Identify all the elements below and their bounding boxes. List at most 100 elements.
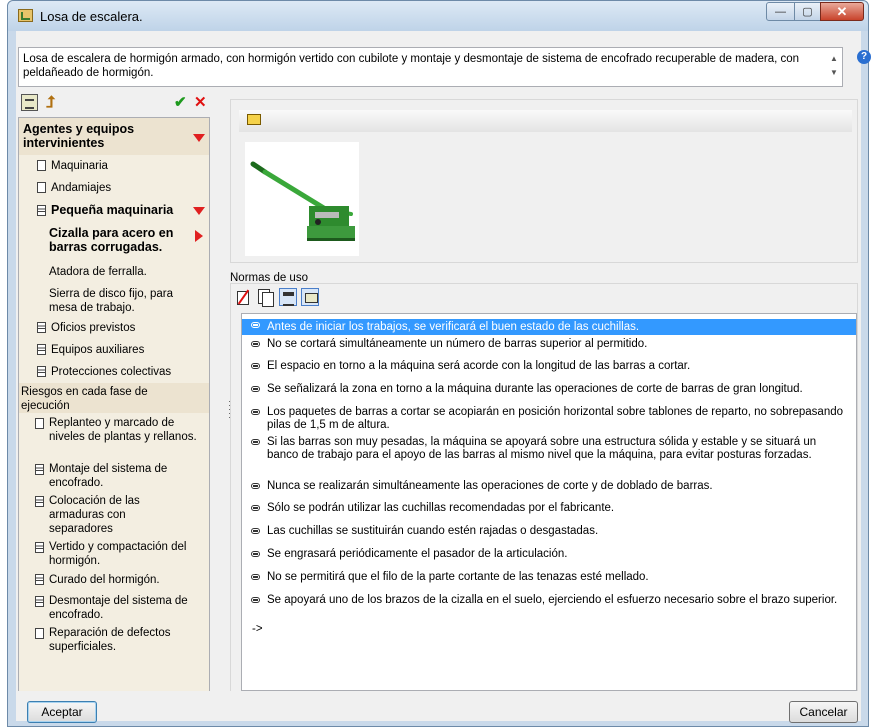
tree-item-curado[interactable]: Curado del hormigón. [19, 569, 209, 591]
dialog-window: Losa de escalera. — ▢ ✕ Losa de escalera… [7, 0, 869, 727]
list-item-text: Antes de iniciar los trabajos, se verifi… [267, 321, 640, 333]
document-filled-icon [37, 205, 46, 216]
tree-item-desmontaje[interactable]: Desmontaje del sistema de encofrado. [19, 591, 209, 623]
tree-item-vertido[interactable]: Vertido y compactación del hormigón. [19, 537, 209, 569]
tree-item-pequena-maquinaria[interactable]: Pequeña maquinaria [19, 199, 209, 221]
accept-check-icon[interactable]: ✔ [174, 94, 191, 111]
list-item[interactable]: Si las barras son muy pesadas, la máquin… [242, 436, 856, 462]
document-filled-icon [35, 464, 44, 475]
tree-item-label: Atadora de ferralla. [49, 266, 147, 278]
close-button[interactable]: ✕ [820, 2, 864, 21]
text-view-icon[interactable] [301, 288, 319, 306]
normas-panel: Antes de iniciar los trabajos, se verifi… [230, 283, 858, 703]
window-title: Losa de escalera. [40, 9, 143, 24]
bullet-icon [251, 341, 260, 347]
cancel-button[interactable]: Cancelar [789, 701, 858, 723]
shear-image [250, 161, 355, 241]
tree-item-label: Pequeña maquinaria [51, 203, 174, 217]
list-item[interactable]: Se engrasará periódicamente el pasador d… [242, 548, 856, 561]
bullet-icon [251, 551, 260, 557]
open-folder-icon[interactable] [247, 114, 261, 125]
list-item[interactable]: Sólo se podrán utilizar las cuchillas re… [242, 502, 856, 515]
tree-item-cizalla[interactable]: Cizalla para acero en barras corrugadas. [19, 221, 209, 261]
tree-item-atadora[interactable]: Atadora de ferralla. [19, 261, 209, 283]
dialog-footer: Aceptar Cancelar [16, 691, 861, 723]
view-mode-icon[interactable] [21, 94, 38, 111]
tree-item-label: Curado del hormigón. [49, 574, 160, 586]
collapse-icon[interactable] [193, 207, 205, 215]
list-item[interactable]: No se cortará simultáneamente un número … [242, 338, 856, 351]
list-item[interactable]: Se señalizará la zona en torno a la máqu… [242, 383, 856, 396]
list-view-icon[interactable] [279, 288, 297, 306]
tree-item-equipos[interactable]: Equipos auxiliares [19, 339, 209, 361]
tree-item-replanteo[interactable]: Replanteo y marcado de niveles de planta… [19, 413, 209, 459]
close-icon: ✕ [836, 3, 848, 19]
tree-item-label: Vertido y compactación del hormigón. [49, 541, 187, 567]
delete-document-icon[interactable] [235, 288, 253, 306]
tree-item-agentes[interactable]: Agentes y equipos intervinientes [19, 118, 209, 155]
tree-item-label: Andamiajes [51, 182, 112, 194]
tree-item-label: Oficios previstos [51, 322, 136, 334]
normas-toolbar [233, 286, 353, 308]
list-end-marker[interactable]: -> [252, 623, 263, 635]
document-filled-icon [37, 322, 46, 333]
description-field[interactable]: Losa de escalera de hormigón armado, con… [18, 47, 843, 87]
list-item-text: Se señalizará la zona en torno a la máqu… [267, 383, 803, 395]
tree-item-protecciones[interactable]: Protecciones colectivas [19, 361, 209, 383]
expand-icon[interactable] [195, 230, 203, 242]
document-filled-icon [37, 344, 46, 355]
description-scrollbar[interactable]: ▲ ▼ [828, 52, 840, 82]
tree-item-montaje[interactable]: Montaje del sistema de encofrado. [19, 459, 209, 491]
list-item-text: No se cortará simultáneamente un número … [267, 338, 648, 350]
dialog-client: Losa de escalera de hormigón armado, con… [16, 31, 861, 723]
list-item-text: Se engrasará periódicamente el pasador d… [267, 548, 568, 560]
tree-item-andamiajes[interactable]: Andamiajes [19, 177, 209, 199]
list-item-text: Nunca se realizarán simultáneamente las … [267, 480, 713, 492]
bullet-icon [251, 597, 260, 603]
bullet-icon [251, 439, 260, 445]
accept-button[interactable]: Aceptar [27, 701, 97, 723]
document-filled-icon [35, 496, 44, 507]
tree-item-reparacion[interactable]: Reparación de defectos superficiales. [19, 623, 209, 657]
list-item[interactable]: Las cuchillas se sustituirán cuando esté… [242, 525, 856, 538]
document-filled-icon [35, 596, 44, 607]
maximize-button[interactable]: ▢ [794, 2, 821, 21]
list-item-text: Si las barras son muy pesadas, la máquin… [267, 436, 817, 461]
tree-item-label: Montaje del sistema de encofrado. [49, 463, 168, 489]
app-icon [18, 9, 33, 22]
tree-toolbar: ⮥ ✔ ✕ [18, 91, 218, 115]
list-item[interactable]: Los paquetes de barras a cortar se acopi… [242, 406, 856, 432]
tree-item-label: Cizalla para acero en barras corrugadas. [49, 226, 174, 254]
tree-item-riesgos[interactable]: Riesgos en cada fase de ejecución [19, 383, 209, 413]
tree-item-maquinaria[interactable]: Maquinaria [19, 155, 209, 177]
title-bar: Losa de escalera. — ▢ ✕ [8, 1, 868, 31]
tree-item-colocacion[interactable]: Colocación de las armaduras con separado… [19, 491, 209, 537]
help-icon[interactable]: ? [857, 50, 871, 64]
tree-item-label: Replanteo y marcado de niveles de planta… [49, 417, 197, 443]
tree-item-oficios[interactable]: Oficios previstos [19, 317, 209, 339]
image-panel [230, 99, 858, 263]
tree-item-label: Agentes y equipos intervinientes [23, 122, 135, 150]
document-filled-icon [37, 366, 46, 377]
list-item[interactable]: Se apoyará uno de los brazos de la cizal… [242, 594, 856, 607]
document-icon [37, 182, 46, 193]
tree-item-label: Equipos auxiliares [51, 344, 145, 356]
tree-item-sierra[interactable]: Sierra de disco fijo, para mesa de traba… [19, 283, 209, 317]
minimize-button[interactable]: — [766, 2, 795, 21]
image-toolbar [239, 110, 852, 132]
list-item[interactable]: Antes de iniciar los trabajos, se verifi… [242, 319, 856, 335]
bullet-icon [251, 363, 260, 369]
description-text: Losa de escalera de hormigón armado, con… [23, 53, 800, 79]
remove-x-icon[interactable]: ✕ [194, 94, 211, 111]
level-up-icon[interactable]: ⮥ [42, 94, 59, 111]
copy-icon[interactable] [257, 288, 275, 307]
list-item-text: El espacio en torno a la máquina será ac… [267, 360, 691, 372]
list-item[interactable]: Nunca se realizarán simultáneamente las … [242, 480, 856, 493]
bullet-icon [251, 505, 260, 511]
list-item-text: No se permitirá que el filo de la parte … [267, 571, 649, 583]
collapse-icon[interactable] [193, 134, 205, 142]
list-item-text: Sólo se podrán utilizar las cuchillas re… [267, 502, 615, 514]
bullet-icon [251, 322, 260, 328]
list-item[interactable]: El espacio en torno a la máquina será ac… [242, 360, 856, 373]
list-item[interactable]: No se permitirá que el filo de la parte … [242, 571, 856, 584]
